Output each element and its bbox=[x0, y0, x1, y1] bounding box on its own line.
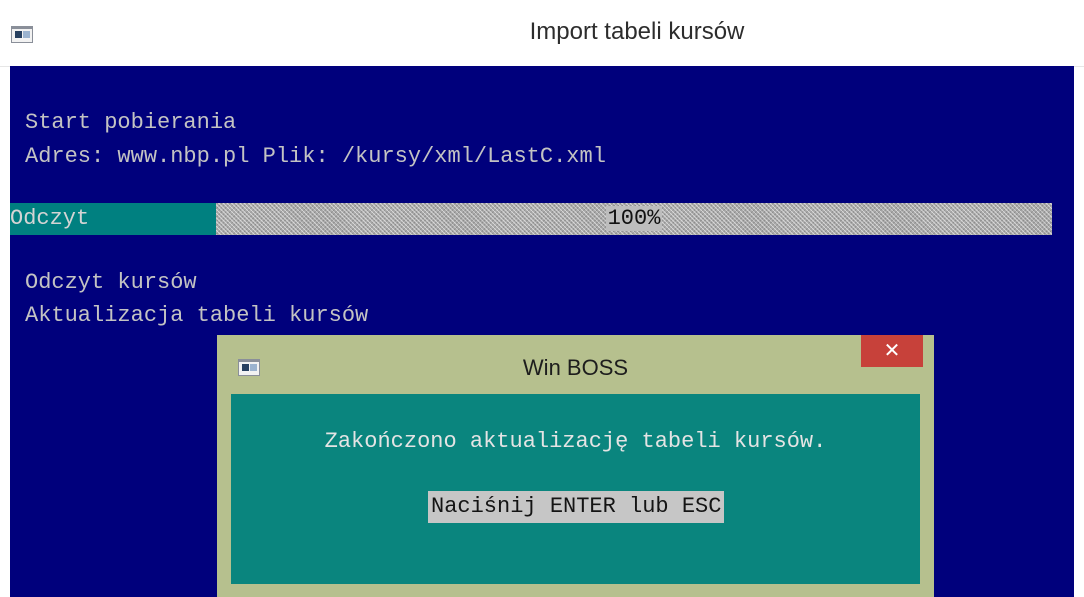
console-line-start: Start pobierania bbox=[25, 110, 237, 135]
dialog-titlebar[interactable]: Win BOSS ✕ bbox=[217, 335, 934, 391]
dialog-message: Zakończono aktualizację tabeli kursów. bbox=[324, 429, 827, 454]
dialog-title: Win BOSS bbox=[522, 355, 629, 380]
confirm-button[interactable]: Naciśnij ENTER lub ESC bbox=[428, 491, 725, 523]
close-button[interactable]: ✕ bbox=[861, 335, 923, 367]
main-titlebar[interactable]: Import tabeli kursów bbox=[0, 0, 1084, 67]
console-line-address: Adres: www.nbp.pl Plik: /kursy/xml/LastC… bbox=[25, 144, 606, 169]
progress-bar: 100% bbox=[216, 203, 1052, 235]
progress-percent-text: 100% bbox=[605, 206, 663, 231]
dialog-win-boss: Win BOSS ✕ Zakończono aktualizację tabel… bbox=[217, 335, 934, 597]
close-icon: ✕ bbox=[883, 340, 901, 362]
progress-percent: 100% bbox=[216, 203, 1052, 235]
console-line-update: Aktualizacja tabeli kursów bbox=[25, 303, 369, 328]
progress-label: Odczyt bbox=[10, 203, 216, 235]
window-title: Import tabeli kursów bbox=[529, 18, 745, 45]
console-line-reading: Odczyt kursów bbox=[25, 270, 197, 295]
dialog-body: Zakończono aktualizację tabeli kursów. N… bbox=[231, 394, 920, 584]
